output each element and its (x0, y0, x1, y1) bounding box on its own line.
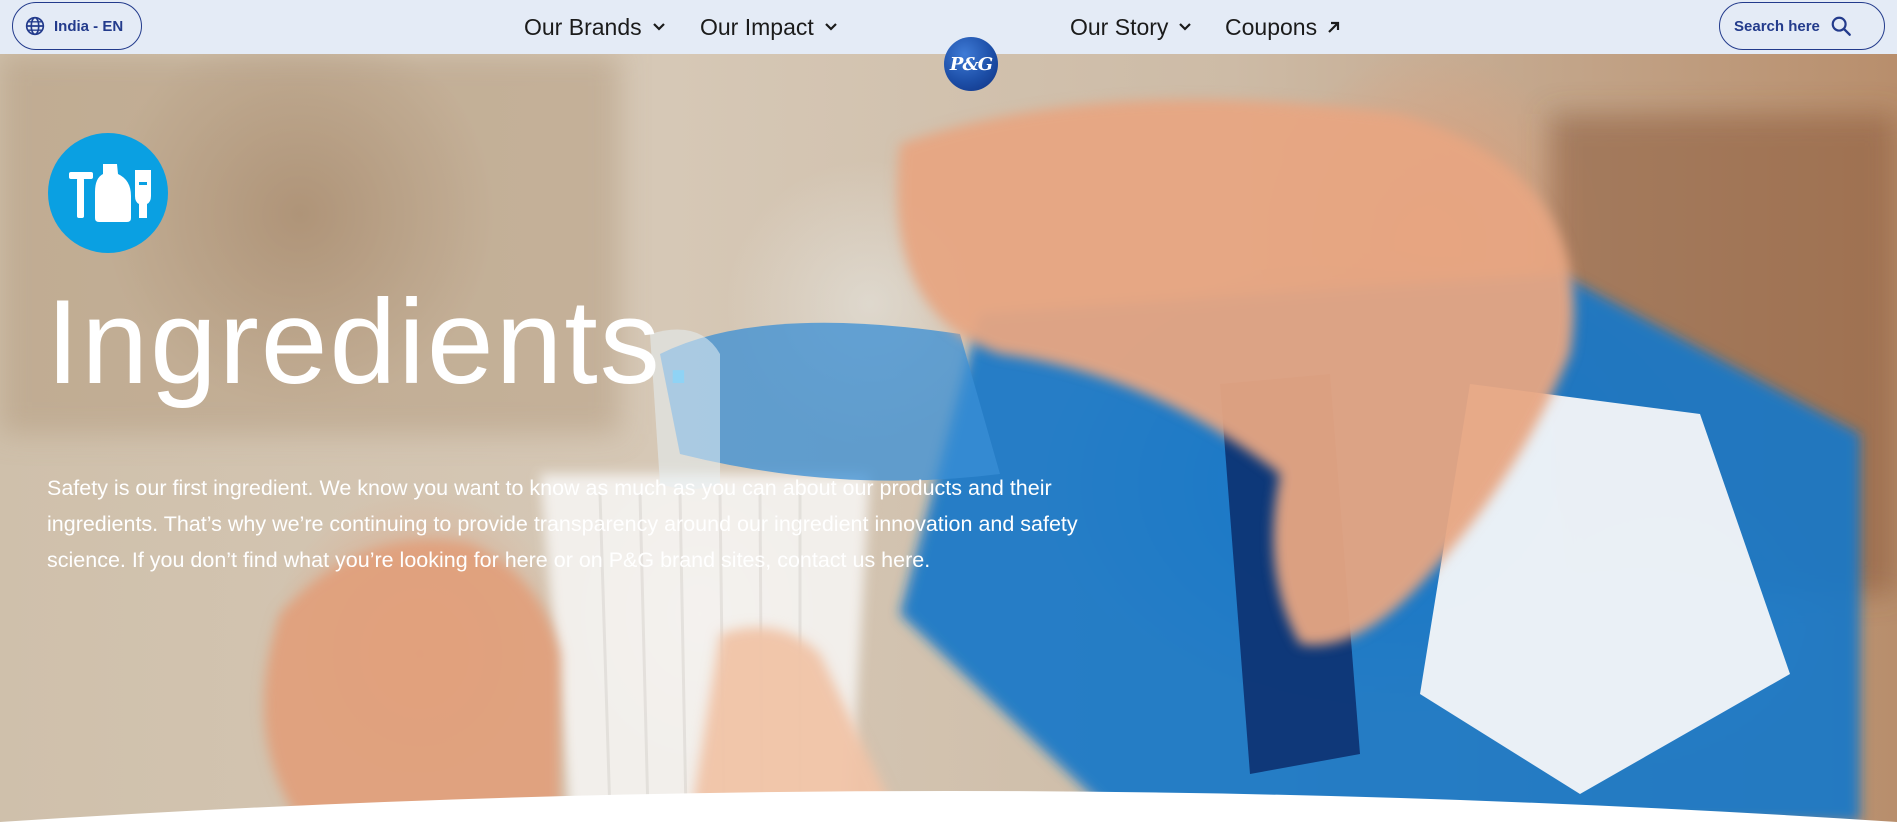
page-title: Ingredients. (46, 282, 697, 402)
locale-selector-button[interactable]: India - EN (12, 2, 142, 50)
globe-icon (25, 16, 45, 36)
pg-logo-text: P&G (949, 53, 993, 75)
pg-logo[interactable]: P&G (944, 37, 998, 91)
search-label: Search here (1734, 17, 1820, 35)
hero-background-image (0, 54, 1897, 822)
nav-coupons[interactable]: Coupons (1225, 12, 1341, 42)
locale-label: India - EN (54, 17, 124, 35)
chevron-down-icon (652, 22, 666, 32)
search-icon (1830, 15, 1852, 37)
hero-description: Safety is our first ingredient. We know … (47, 476, 1078, 572)
section-divider-curve (0, 791, 1897, 822)
chevron-down-icon (1178, 22, 1192, 32)
chevron-down-icon (824, 22, 838, 32)
hero-banner: Ingredients. Safety is our first ingredi… (0, 54, 1897, 822)
title-accent-dot: . (661, 275, 698, 409)
nav-our-brands-label: Our Brands (524, 13, 642, 40)
nav-our-brands[interactable]: Our Brands (524, 12, 666, 42)
nav-our-impact-label: Our Impact (700, 13, 814, 40)
top-navigation-bar: India - EN Our Brands Our Impact Our Sto… (0, 0, 1897, 54)
nav-our-impact[interactable]: Our Impact (700, 12, 838, 42)
page-title-text: Ingredients (46, 275, 662, 409)
household-products-icon (48, 133, 168, 253)
nav-coupons-label: Coupons (1225, 13, 1318, 40)
external-arrow-icon (1327, 20, 1341, 34)
nav-our-story-label: Our Story (1070, 13, 1169, 40)
nav-our-story[interactable]: Our Story (1070, 12, 1192, 42)
search-button[interactable]: Search here (1719, 2, 1885, 50)
